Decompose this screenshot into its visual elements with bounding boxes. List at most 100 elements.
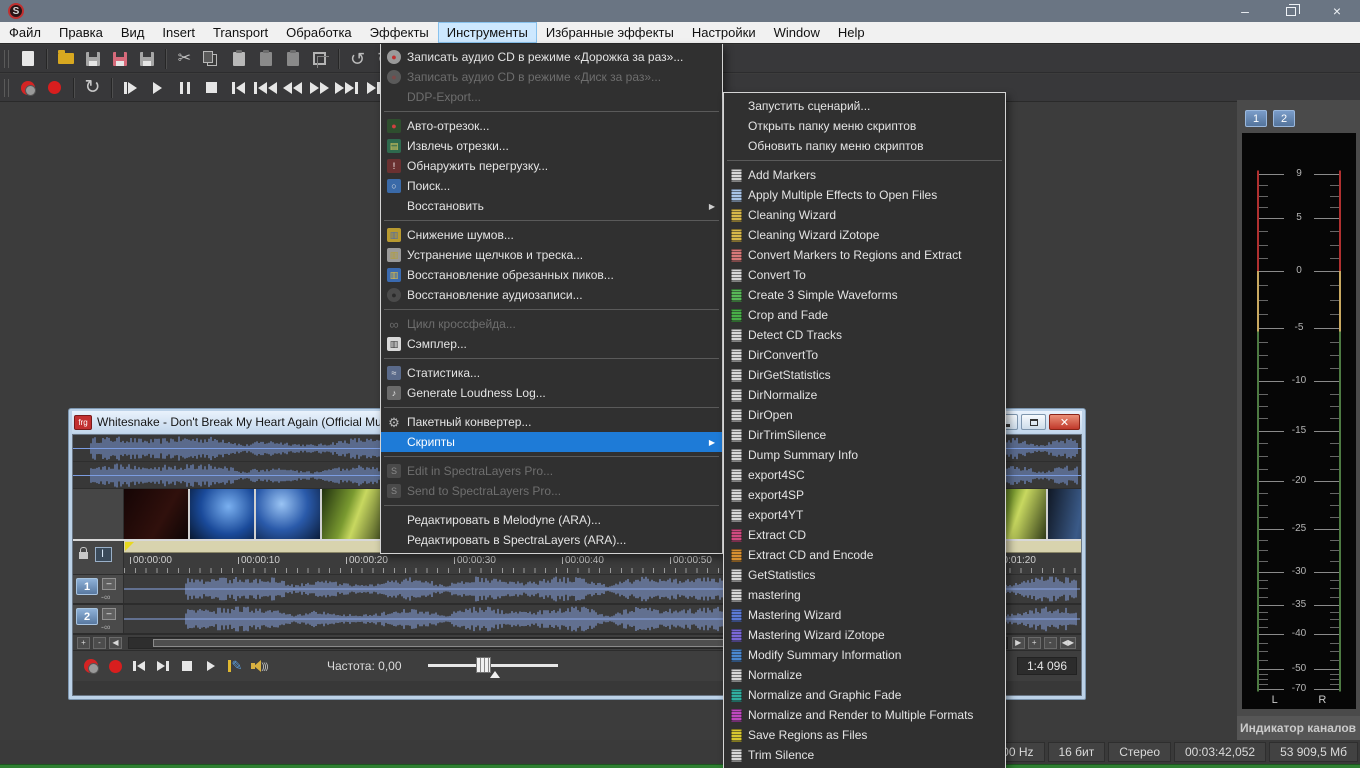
track-minimize-button[interactable]: – xyxy=(102,578,116,590)
zoom-right-button[interactable]: + xyxy=(1028,637,1041,649)
doc-play-button[interactable] xyxy=(199,655,223,677)
script-menu-item[interactable]: Add Markers xyxy=(724,165,1005,185)
script-menu-item[interactable]: DirConvertTo xyxy=(724,345,1005,365)
zoom-right-button[interactable]: ▶ xyxy=(1012,637,1025,649)
tools-menu-item[interactable]: ●Восстановление аудиозаписи... xyxy=(381,285,722,305)
scripts-menu-command[interactable]: Обновить папку меню скриптов xyxy=(724,136,1005,156)
script-menu-item[interactable]: GetStatistics xyxy=(724,565,1005,585)
script-menu-item[interactable]: Mastering Wizard iZotope xyxy=(724,625,1005,645)
script-menu-item[interactable]: Normalize xyxy=(724,665,1005,685)
play-icon[interactable] xyxy=(144,76,171,100)
meter-channel-button-2[interactable]: 2 xyxy=(1273,110,1295,127)
menubar-item-entry[interactable]: Настройки xyxy=(683,22,765,43)
script-menu-item[interactable]: Apply Multiple Effects to Open Files xyxy=(724,185,1005,205)
doc-marker-pen-button[interactable]: ✎ xyxy=(223,655,247,677)
script-menu-item[interactable]: export4YT xyxy=(724,505,1005,525)
lock-icon[interactable] xyxy=(79,552,88,559)
script-menu-item[interactable]: Trim Silence xyxy=(724,745,1005,765)
script-menu-item[interactable]: Create 3 Simple Waveforms xyxy=(724,285,1005,305)
record-icon[interactable] xyxy=(41,76,68,100)
slider-handle[interactable] xyxy=(476,657,491,673)
cut-icon[interactable]: ✂ xyxy=(171,47,198,71)
doc-go-start-button[interactable] xyxy=(127,655,151,677)
script-menu-item[interactable]: Crop and Fade xyxy=(724,305,1005,325)
tools-menu-item[interactable]: ▥Сэмплер... xyxy=(381,334,722,354)
forward-to-end-icon[interactable] xyxy=(333,76,360,100)
undo-icon[interactable]: ↺ xyxy=(344,47,371,71)
menubar-item-entry[interactable]: Вид xyxy=(112,22,154,43)
doc-restore-button[interactable] xyxy=(1021,414,1046,430)
script-menu-item[interactable]: Detect CD Tracks xyxy=(724,325,1005,345)
zoom-left-button[interactable]: - xyxy=(93,637,106,649)
script-menu-item[interactable]: export4SP xyxy=(724,485,1005,505)
track-minimize-button[interactable]: – xyxy=(102,608,116,620)
tools-menu-item[interactable]: ∞Цикл кроссфейда... xyxy=(381,314,722,334)
play-all-icon[interactable] xyxy=(117,76,144,100)
record-into-cd-icon[interactable] xyxy=(14,76,41,100)
scripts-menu-command[interactable]: Запустить сценарий... xyxy=(724,96,1005,116)
pause-icon[interactable] xyxy=(171,76,198,100)
menubar-item-entry[interactable]: Обработка xyxy=(277,22,361,43)
script-menu-item[interactable]: mastering xyxy=(724,585,1005,605)
paste-to-new-icon[interactable] xyxy=(279,47,306,71)
zoom-right-button[interactable]: ◀▶ xyxy=(1060,637,1076,649)
forward-icon[interactable] xyxy=(306,76,333,100)
script-menu-item[interactable]: Mastering Wizard xyxy=(724,605,1005,625)
menubar-item-entry[interactable]: Transport xyxy=(204,22,277,43)
trim-crop-icon[interactable] xyxy=(306,47,333,71)
tools-menu-item[interactable]: ●Записать аудио CD в режиме «Диск за раз… xyxy=(381,67,722,87)
tools-menu-item[interactable]: Восстановить▶ xyxy=(381,196,722,216)
tools-menu-item[interactable]: SEdit in SpectraLayers Pro... xyxy=(381,461,722,481)
stop-icon[interactable] xyxy=(198,76,225,100)
paste-icon[interactable] xyxy=(225,47,252,71)
doc-go-end-button[interactable] xyxy=(151,655,175,677)
tools-menu-item[interactable]: ♪Generate Loudness Log... xyxy=(381,383,722,403)
open-file-icon[interactable] xyxy=(52,47,79,71)
rewind-icon[interactable] xyxy=(279,76,306,100)
tools-menu-item[interactable]: Редактировать в SpectraLayers (ARA)... xyxy=(381,530,722,550)
toolbar-grip[interactable] xyxy=(4,79,9,97)
tools-menu-item[interactable]: ●Авто-отрезок... xyxy=(381,116,722,136)
script-menu-item[interactable]: DirTrimSilence xyxy=(724,425,1005,445)
zoom-left-button[interactable]: ◀ xyxy=(109,637,122,649)
menubar-item-entry[interactable]: Избранные эффекты xyxy=(537,22,683,43)
script-menu-item[interactable]: Dump Summary Info xyxy=(724,445,1005,465)
new-file-icon[interactable] xyxy=(14,47,41,71)
script-menu-item[interactable]: DirGetStatistics xyxy=(724,365,1005,385)
doc-record-button[interactable] xyxy=(103,655,127,677)
script-menu-item[interactable]: Cleaning Wizard iZotope xyxy=(724,225,1005,245)
minimize-button[interactable]: – xyxy=(1222,0,1268,22)
menubar-item-entry[interactable]: Help xyxy=(829,22,874,43)
tools-menu-item[interactable]: SSend to SpectraLayers Pro... xyxy=(381,481,722,501)
script-menu-item[interactable]: Modify Summary Information xyxy=(724,645,1005,665)
script-menu-item[interactable]: Convert To xyxy=(724,265,1005,285)
track-number-button[interactable]: 1 xyxy=(76,578,98,595)
go-to-start-icon[interactable] xyxy=(225,76,252,100)
menubar-item-entry[interactable]: Insert xyxy=(153,22,204,43)
toolbar-grip[interactable] xyxy=(4,50,9,68)
menubar-item-entry[interactable]: Эффекты xyxy=(361,22,438,43)
tools-menu-item[interactable]: ▤Извлечь отрезки... xyxy=(381,136,722,156)
level-meter[interactable]: 950-5-10-15-20-25-30-35-40-50-70LR xyxy=(1242,133,1356,709)
doc-record-cd-button[interactable] xyxy=(79,655,103,677)
meter-channel-button-1[interactable]: 1 xyxy=(1245,110,1267,127)
copy-icon[interactable] xyxy=(198,47,225,71)
tools-menu-item[interactable]: ●Записать аудио CD в режиме «Дорожка за … xyxy=(381,47,722,67)
tools-menu-item[interactable]: ○Поиск... xyxy=(381,176,722,196)
menubar-item-entry[interactable]: Правка xyxy=(50,22,112,43)
save-all-icon[interactable] xyxy=(133,47,160,71)
tools-menu-item[interactable]: Редактировать в Melodyne (ARA)... xyxy=(381,510,722,530)
loop-playback-icon[interactable]: ↻ xyxy=(79,76,106,100)
paste-special-icon[interactable] xyxy=(252,47,279,71)
tools-menu-item[interactable]: ▥Снижение шумов... xyxy=(381,225,722,245)
script-menu-item[interactable]: Save Regions as Files xyxy=(724,725,1005,745)
tools-menu-item[interactable]: !Обнаружить перегрузку... xyxy=(381,156,722,176)
script-menu-item[interactable]: Normalize and Graphic Fade xyxy=(724,685,1005,705)
zoom-left-button[interactable]: + xyxy=(77,637,90,649)
tools-menu-item-scripts[interactable]: Скрипты▶ xyxy=(381,432,722,452)
doc-close-button[interactable]: ✕ xyxy=(1049,414,1080,430)
script-menu-item[interactable]: Extract CD xyxy=(724,525,1005,545)
menubar-item-entry[interactable]: Файл xyxy=(0,22,50,43)
save-as-icon[interactable] xyxy=(106,47,133,71)
restore-button[interactable] xyxy=(1268,0,1314,22)
